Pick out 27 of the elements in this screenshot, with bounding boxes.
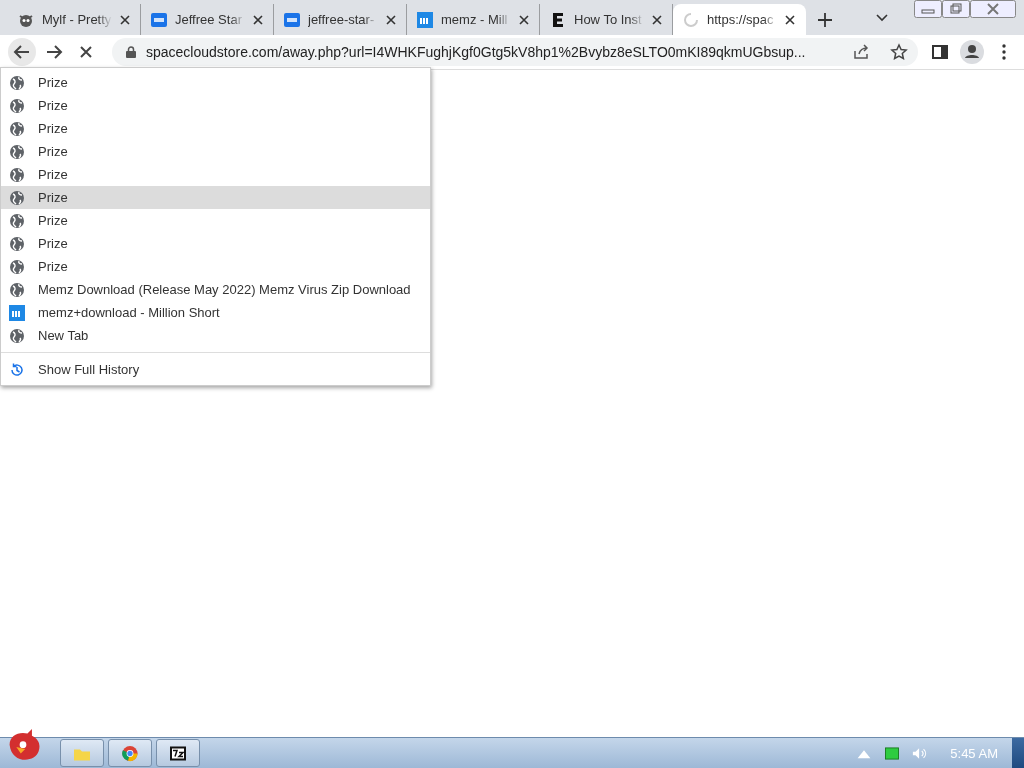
tab-title: Mylf - Pretty <box>42 12 112 27</box>
browser-tab[interactable]: Jeffree Star <box>141 4 274 35</box>
address-bar[interactable]: spacecloudstore.com/away.php?url=I4WHKFughjKgf0Gtg5kV8hp1%2Bvybz8eSLTO0mKI89qkmUGbsup... <box>112 38 918 66</box>
browser-tab[interactable]: Mylf - Pretty <box>8 4 141 35</box>
clock: 5:45 AM <box>950 745 998 761</box>
show-full-history-item[interactable]: Show Full History <box>1 358 430 381</box>
url-text: spacecloudstore.com/away.php?url=I4WHKFughjKgf0Gtg5kV8hp1%2Bvybz8eSLTO0mKI89qkmUGbsup... <box>146 44 807 60</box>
history-item[interactable]: Prize <box>1 209 430 232</box>
history-item[interactable]: Prize <box>1 186 430 209</box>
tab-title: https://spac <box>707 12 775 27</box>
history-item[interactable]: Prize <box>1 140 430 163</box>
history-item[interactable]: Prize <box>1 232 430 255</box>
browser-tab[interactable]: jeffree-star- <box>274 4 407 35</box>
history-item[interactable]: memz+download - Million Short <box>1 301 430 324</box>
history-item[interactable]: Memz Download (Release May 2022) Memz Virus Zip Download <box>1 278 430 301</box>
tab-title: memz - Mill <box>441 12 509 27</box>
browser-tab[interactable]: https://spac <box>673 4 806 35</box>
tab-title: jeffree-star- <box>308 12 376 27</box>
history-item[interactable]: Prize <box>1 71 430 94</box>
history-item[interactable]: Prize <box>1 255 430 278</box>
history-item[interactable]: Prize <box>1 117 430 140</box>
history-item[interactable]: New Tab <box>1 324 430 347</box>
history-item[interactable]: Prize <box>1 94 430 117</box>
browser-tab[interactable]: memz - Mill <box>407 4 540 35</box>
tab-title: How To Inst <box>574 12 643 27</box>
history-item[interactable]: Prize <box>1 163 430 186</box>
tab-title: Jeffree Star <box>175 12 243 27</box>
